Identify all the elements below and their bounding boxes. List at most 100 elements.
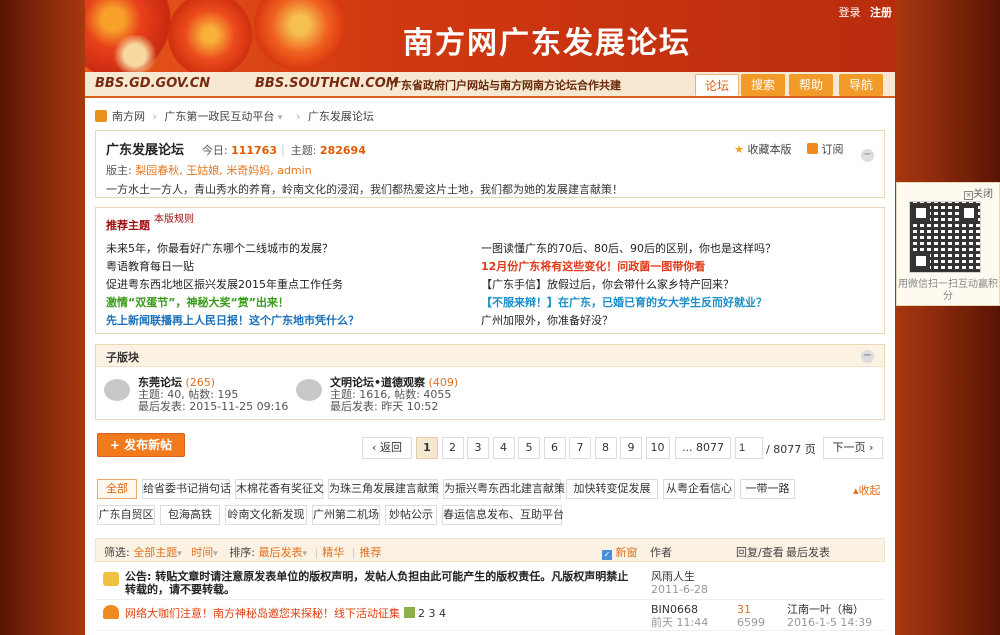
chevron-down-icon[interactable]: ▾ xyxy=(303,549,308,559)
checkbox-icon[interactable]: ✓ xyxy=(602,550,612,560)
category-tag[interactable]: 春运信息发布、互助平台 xyxy=(442,505,564,525)
collapse-icon[interactable]: − xyxy=(861,350,874,363)
recommended-topics: 推荐主题 本版规则 未来5年，你最看好广东哪个二线城市的发展？ 粤语教育每日一贴促… xyxy=(95,207,885,334)
rss-icon[interactable] xyxy=(807,143,818,154)
category-tag[interactable]: 加快转变促发展 xyxy=(566,479,658,499)
sub-forums: 子版块 − 东莞论坛 (265) 主题: 40, 帖数: 195 最后发表: 2… xyxy=(95,344,885,420)
category-tag[interactable]: 一带一路 xyxy=(740,479,795,499)
topic-count: 主题: 282694 xyxy=(290,144,366,157)
filter-label: 筛选: xyxy=(104,546,130,559)
category-tag[interactable]: 为珠三角发展建言献策 xyxy=(328,479,439,499)
chevron-down-icon[interactable]: ▾ xyxy=(177,549,182,559)
recommended-topic-link[interactable]: 先上新闻联播再上人民日报！这个广东地市凭什么？ xyxy=(106,312,359,328)
category-tag[interactable]: 木棉花香有奖征文 xyxy=(235,479,324,499)
recommended-topic-link[interactable]: 激情“双蛋节”，神秘大奖“赏”出来！ xyxy=(106,294,289,310)
column-author: 作者 xyxy=(650,546,672,559)
thread-title[interactable]: 网络大咖们注意！南方神秘岛邀您来探秘！线下活动征集 2 3 4 xyxy=(125,607,446,620)
home-icon[interactable] xyxy=(95,110,107,122)
category-tag[interactable]: 给省委书记捎句话 xyxy=(142,479,231,499)
category-tag[interactable]: 包海高铁 xyxy=(160,505,220,525)
thread-filter-bar: 筛选: 全部主题▾ 时间▾ 排序: 最后发表▾ | 精华 | 推荐 ✓ 新窗 作者 … xyxy=(95,538,885,562)
next-page-button[interactable]: 下一页 › xyxy=(823,437,883,459)
favorite-button[interactable]: 收藏本版 xyxy=(748,143,792,156)
filter-recommend[interactable]: 推荐 xyxy=(359,546,381,559)
close-button[interactable]: × 关闭 xyxy=(964,185,993,200)
page-link[interactable]: 8 xyxy=(594,437,617,459)
collapse-icon[interactable]: − xyxy=(861,149,874,162)
back-button[interactable]: ‹ 返回 xyxy=(362,437,412,459)
recommended-topic-link[interactable]: 促进粤东西北地区振兴发展2015年重点工作任务 xyxy=(106,276,343,292)
page-link[interactable]: 10 xyxy=(645,437,670,459)
recommended-topic-link[interactable]: 【不服来辩！】在广东，已婚已育的女大学生反而好就业？ xyxy=(481,294,767,310)
filter-all-topics[interactable]: 全部主题 xyxy=(133,546,177,559)
chevron-down-icon[interactable]: ▾ xyxy=(213,549,218,559)
category-tag[interactable]: 全部 xyxy=(97,479,137,499)
last-page-link[interactable]: ... 8077 xyxy=(675,437,731,459)
tab-navigation[interactable]: 导航 xyxy=(839,74,883,96)
chat-bubble-icon xyxy=(104,379,130,401)
forum-actions: ★ 收藏本版 订阅 − xyxy=(734,141,874,162)
collapse-link[interactable]: ▴收起 xyxy=(853,482,881,498)
breadcrumb-platform[interactable]: 广东第一政民互动平台 xyxy=(164,110,274,123)
page-link[interactable]: 2 xyxy=(441,437,464,459)
forum-rules-link[interactable]: 本版规则 xyxy=(154,210,194,225)
recommended-topic-link[interactable]: 广州加限外，你准备好没？ xyxy=(481,312,613,328)
forum-title: 广东发展论坛 xyxy=(106,143,185,158)
today-count: 今日: 111763 xyxy=(201,144,277,157)
sort-last-post[interactable]: 最后发表 xyxy=(259,546,303,559)
recommended-topic-link[interactable]: 粤语教育每日一贴 xyxy=(106,258,194,274)
total-pages: / 8077 页 xyxy=(766,443,816,456)
page-link[interactable]: 9 xyxy=(620,437,642,459)
category-tag[interactable]: 为振兴粤东西北建言献策 xyxy=(443,479,565,499)
breadcrumb-home[interactable]: 南方网 xyxy=(112,110,145,123)
tab-search[interactable]: 搜索 xyxy=(741,74,785,96)
filter-digest[interactable]: 精华 xyxy=(322,546,344,559)
page-link[interactable]: 1 xyxy=(416,437,438,459)
subscribe-button[interactable]: 订阅 xyxy=(822,143,844,156)
sub-forums-title: 子版块 − xyxy=(96,345,884,367)
sub-forum-item[interactable]: 文明论坛•道德观察 (409) 主题: 1616, 帖数: 4055 最后发表:… xyxy=(296,377,458,413)
sub-forum-item[interactable]: 东莞论坛 (265) 主题: 40, 帖数: 195 最后发表: 2015-11… xyxy=(104,377,288,413)
page-link[interactable]: 7 xyxy=(569,437,591,459)
category-tag[interactable]: 从粤企看信心 xyxy=(663,479,735,499)
filter-time[interactable]: 时间 xyxy=(191,546,213,559)
thread-page-links[interactable]: 2 3 4 xyxy=(418,607,446,620)
moderator-links[interactable]: 梨园春秋, 王姑娘, 米奇妈妈, admin xyxy=(135,164,311,177)
recommended-topic-link[interactable]: 一图读懂广东的70后、80后、90后的区别，你也是这样吗？ xyxy=(481,240,776,256)
login-link[interactable]: 登录 xyxy=(839,6,861,19)
new-post-button[interactable]: + 发布新帖 xyxy=(97,433,185,457)
thread-row[interactable]: 网络大咖们注意！南方神秘岛邀您来探秘！线下活动征集 2 3 4 BIN0668 前… xyxy=(95,601,885,631)
sub-forum-last-post: 最后发表: 昨天 10:52 xyxy=(330,400,439,413)
chat-bubble-icon xyxy=(296,379,322,401)
page-link[interactable]: 3 xyxy=(467,437,489,459)
thread-title[interactable]: 公告: 转贴文章时请注意原发表单位的版权声明，发帖人负担由此可能产生的版权责任。… xyxy=(125,570,635,596)
category-tag[interactable]: 岭南文化新发现 xyxy=(225,505,307,525)
category-tag[interactable]: 妙帖公示 xyxy=(385,505,437,525)
announcement-row[interactable]: 公告: 转贴文章时请注意原发表单位的版权声明，发帖人负担由此可能产生的版权责任。… xyxy=(95,568,885,600)
category-tag[interactable]: 广东自贸区 xyxy=(97,505,155,525)
banner: 南方网广东发展论坛 xyxy=(85,0,895,72)
page-link[interactable]: 6 xyxy=(543,437,566,459)
main-container: 南方网广东发展论坛 BBS.GD.GOV.CN BBS.SOUTHCN.COM … xyxy=(85,0,895,635)
star-icon[interactable]: ★ xyxy=(734,143,744,156)
page-link[interactable]: 4 xyxy=(492,437,515,459)
thread-author: BIN0668 前天 11:44 xyxy=(651,603,709,629)
page-input[interactable] xyxy=(735,437,763,459)
recommended-topic-link[interactable]: 未来5年，你最看好广东哪个二线城市的发展？ xyxy=(106,240,333,256)
category-tag[interactable]: 广州第二机场 xyxy=(312,505,380,525)
recommended-topic-link[interactable]: 【广东手信】放假过后，你会带什么家乡特产回来？ xyxy=(481,276,734,292)
recommended-topic-link[interactable]: 12月份广东将有这些变化！问政菌一图带你看 xyxy=(481,258,705,274)
tab-forum[interactable]: 论坛 xyxy=(695,74,739,96)
sort-label: 排序: xyxy=(229,546,255,559)
chevron-down-icon[interactable]: ▾ xyxy=(278,113,283,123)
breadcrumb-separator: › xyxy=(152,110,157,123)
breadcrumb: 南方网 › 广东第一政民互动平台 ▾ › 广东发展论坛 xyxy=(95,108,374,124)
new-window-toggle[interactable]: ✓ 新窗 xyxy=(602,544,638,560)
register-link[interactable]: 注册 xyxy=(870,6,892,19)
cooperation-note: 广东省政府门户网站与南方网南方论坛合作共建 xyxy=(390,79,621,92)
page-link[interactable]: 5 xyxy=(518,437,540,459)
breadcrumb-current[interactable]: 广东发展论坛 xyxy=(308,110,374,123)
tab-help[interactable]: 帮助 xyxy=(789,74,833,96)
close-icon[interactable]: × xyxy=(964,191,973,200)
megaphone-icon xyxy=(103,572,119,586)
